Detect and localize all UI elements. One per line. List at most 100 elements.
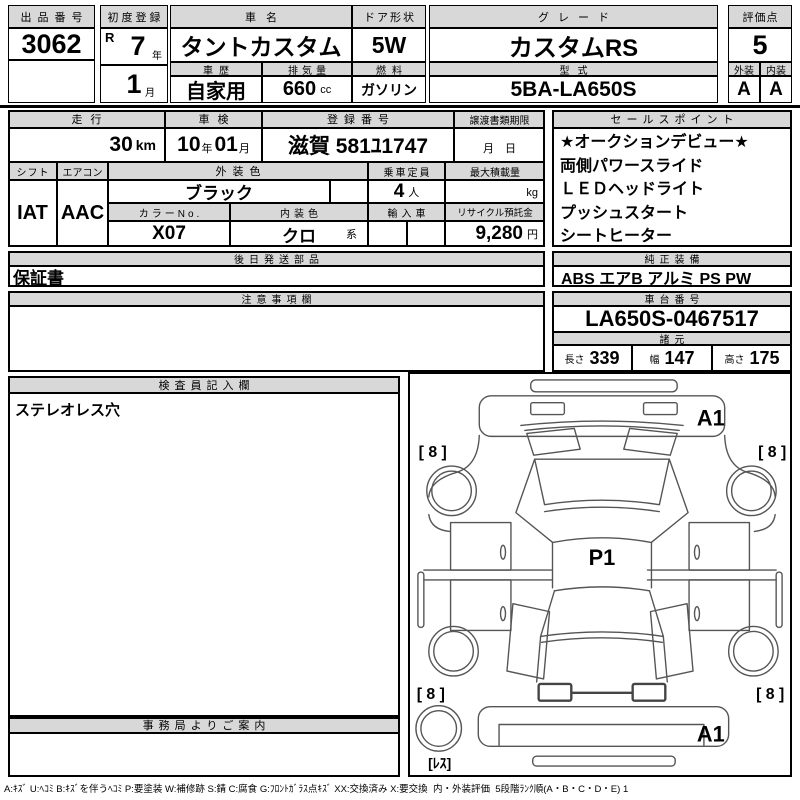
import-value-cell-2 (407, 221, 445, 247)
score-value: 5 (728, 28, 792, 62)
first-reg-month: 1 (126, 68, 142, 99)
grade-header: グレード (429, 5, 718, 28)
inspection-year-unit: 年 (201, 143, 213, 155)
auction-sheet: 出品番号 3062 初度登録 R 7 年 1 月 車名 タントカスタム 車歴 自… (0, 0, 800, 800)
spec-length-value: 339 (589, 348, 620, 368)
model-value: 5BA-LA650S (429, 76, 718, 103)
mileage-header: 走行 (8, 110, 165, 128)
mark-spare: [ﾚｽ] (428, 755, 451, 771)
first-reg-header: 初度登録 (100, 5, 168, 28)
transfer-value: 月 日 (454, 128, 545, 162)
spec-length-cell: 長さ 339 (552, 345, 632, 372)
inspector-value: ステレオレス穴 (8, 393, 400, 717)
sales-point-item: ＬＥＤヘッドライト (560, 181, 705, 198)
int-color-value-cell: クロ 系 (230, 221, 368, 247)
ext-color-header: 外装色 (108, 162, 368, 180)
inspection-month-unit: 月 (238, 143, 250, 155)
spare-tire-shape (415, 704, 463, 752)
inspection-month: 01 (214, 133, 238, 156)
recycle-value: 9,280 (475, 223, 523, 244)
displacement-header: 排気量 (262, 62, 352, 76)
equipment-header: 純正装備 (552, 251, 792, 266)
spec-length-label: 長さ (564, 355, 585, 366)
exterior-value: A (728, 76, 760, 103)
windshield-shape (533, 458, 670, 506)
capacity-header: 乗車定員 (368, 162, 445, 180)
fuel-value: ガソリン (352, 76, 426, 103)
auction-no-empty-cell (8, 60, 95, 103)
spec-width-value: 147 (664, 348, 695, 368)
reg-no-header: 登録番号 (262, 110, 454, 128)
section-divider (0, 105, 800, 108)
import-value-cell-1 (368, 221, 407, 247)
spec-height-cell: 高さ 175 (712, 345, 792, 372)
import-header: 輸入車 (368, 203, 445, 221)
door-value: 5W (352, 28, 426, 62)
sales-point-item: シートヒーター (560, 228, 673, 245)
inspection-header: 車検 (165, 110, 262, 128)
capacity-unit: 人 (408, 186, 420, 199)
ext-color-value: ブラック (108, 180, 330, 203)
headlight-right-shape (642, 402, 678, 416)
notes-header: 注意事項欄 (8, 291, 545, 306)
door-rear-right-shape (688, 579, 751, 632)
auction-no-header: 出品番号 (8, 5, 95, 28)
recycle-header: リサイクル預託金 (445, 203, 545, 221)
int-color-suffix: 系 (346, 229, 357, 241)
front-bumper-shape (478, 395, 726, 438)
grade-value: カスタムRS (429, 28, 718, 62)
aircon-header: エアコン (57, 162, 108, 180)
specs-header: 諸元 (552, 332, 792, 345)
aircon-value: AAC (57, 180, 108, 247)
color-no-header: カラーNo. (108, 203, 230, 221)
later-parts-header: 後日発送部品 (8, 251, 545, 266)
sales-point-item: 両側パワースライド (560, 157, 704, 175)
transfer-header: 譲渡書類期限 (454, 110, 545, 128)
spec-height-value: 175 (749, 348, 780, 368)
office-value (8, 733, 400, 777)
inspector-header: 検査員記入欄 (8, 376, 400, 393)
first-reg-year-unit: 年 (152, 51, 162, 62)
legend-text: A:ｷｽﾞ U:ﾍｺﾐ B:ｷｽﾞを伴うﾍｺﾐ P:要塗装 W:補修跡 S:錆 … (4, 784, 629, 795)
displacement-value-cell: 660 cc (262, 76, 352, 103)
capacity-value: 4 (393, 180, 405, 202)
int-color-value: クロ (282, 226, 316, 246)
equipment-value: ABS エアB アルミ PS PW (552, 266, 792, 287)
door-header: ドア形状 (352, 5, 426, 28)
recycle-value-cell: 9,280 円 (445, 221, 545, 247)
wheel-rear-left-shape (428, 625, 479, 677)
headlight-left-shape (530, 402, 566, 416)
notes-value (8, 306, 545, 372)
first-reg-month-unit: 月 (145, 88, 155, 99)
history-header: 車歴 (170, 62, 262, 76)
mark-p1-roof: P1 (589, 545, 616, 570)
mileage-value-cell: 30 km (8, 128, 165, 162)
auction-no-value: 3062 (8, 28, 95, 60)
capacity-value-cell: 4 人 (368, 180, 445, 203)
ext-color-empty-cell (330, 180, 368, 203)
first-reg-month-cell: 1 月 (100, 65, 168, 103)
max-load-header: 最大積載量 (445, 162, 545, 180)
mark-tire-rl: [ 8 ] (417, 686, 445, 703)
mark-tire-fl: [ 8 ] (419, 444, 447, 461)
sales-point-item: ★オークションデビュー★ (560, 134, 749, 151)
car-name-header: 車名 (170, 5, 352, 28)
displacement-value: 660 (282, 78, 317, 100)
interior-value: A (760, 76, 792, 103)
model-header: 型式 (429, 62, 718, 76)
car-diagram: A1 P1 A1 [ 8 ] [ 8 ] [ 8 ] [ 8 ] [ﾚｽ] (415, 379, 786, 771)
mileage-value: 30 (109, 133, 133, 156)
rear-bumper-shape (477, 705, 730, 747)
first-reg-year-cell: R 7 年 (100, 28, 168, 65)
displacement-unit: cc (320, 83, 332, 96)
front-strip-shape (530, 379, 678, 393)
taillight-left-shape (537, 682, 573, 702)
mark-a1-front: A1 (697, 405, 725, 430)
later-parts-value: 保証書 (8, 266, 545, 287)
mileage-unit: km (135, 137, 156, 153)
sales-points-header: セールスポイント (552, 110, 792, 128)
taillight-right-shape (631, 682, 667, 702)
chassis-value: LA650S-0467517 (552, 306, 792, 332)
wheel-rear-right-shape (727, 625, 779, 677)
score-header: 評価点 (728, 5, 792, 28)
